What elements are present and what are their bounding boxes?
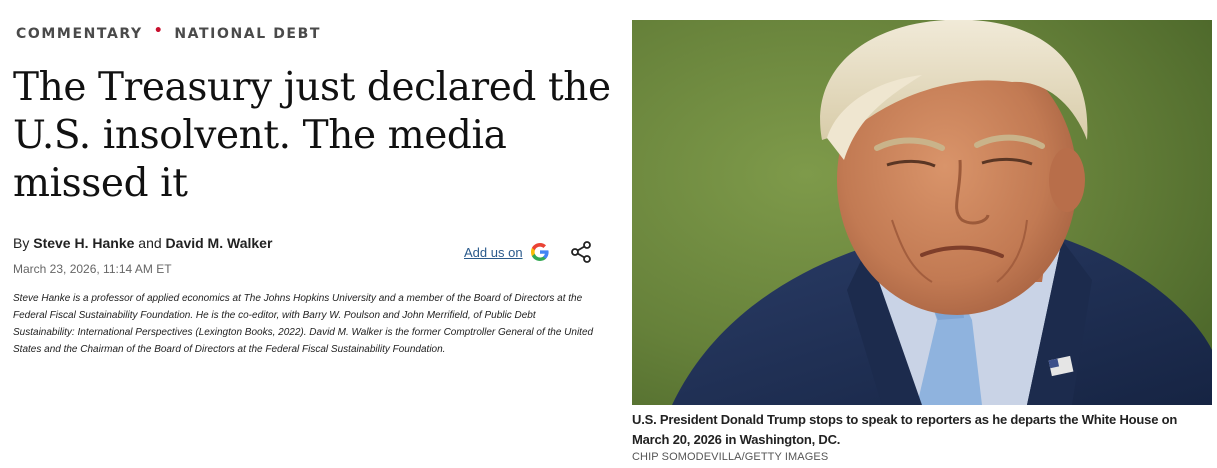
- publish-date: March 23, 2026, 11:14 AM ET: [13, 262, 172, 276]
- article-header: COMMENTARY • NATIONAL DEBT The Treasury …: [13, 0, 611, 468]
- byline: By Steve H. Hanke and David M. Walker: [13, 235, 272, 251]
- author-bio: Steve Hanke is a professor of applied ec…: [13, 293, 594, 355]
- photo-credit: CHIP SOMODEVILLA/GETTY IMAGES: [632, 451, 829, 463]
- photo-caption: U.S. President Donald Trump stops to spe…: [632, 412, 1178, 447]
- author-link-walker[interactable]: David M. Walker: [166, 235, 273, 251]
- google-icon: [530, 243, 549, 261]
- lead-photo: [632, 20, 1212, 405]
- author-link-hanke[interactable]: Steve H. Hanke: [33, 235, 134, 251]
- kicker-separator: •: [153, 23, 165, 39]
- kicker: COMMENTARY • NATIONAL DEBT: [16, 23, 321, 42]
- section-link[interactable]: COMMENTARY: [16, 26, 143, 42]
- add-us-on-google-button[interactable]: Add us on: [464, 243, 549, 261]
- headline: The Treasury just declared the U.S. inso…: [13, 65, 611, 206]
- add-us-label: Add us on: [464, 244, 523, 260]
- byline-prefix: By: [13, 235, 30, 251]
- byline-conjunction: and: [138, 235, 162, 251]
- share-icon[interactable]: [569, 240, 593, 264]
- topic-link[interactable]: NATIONAL DEBT: [174, 26, 321, 42]
